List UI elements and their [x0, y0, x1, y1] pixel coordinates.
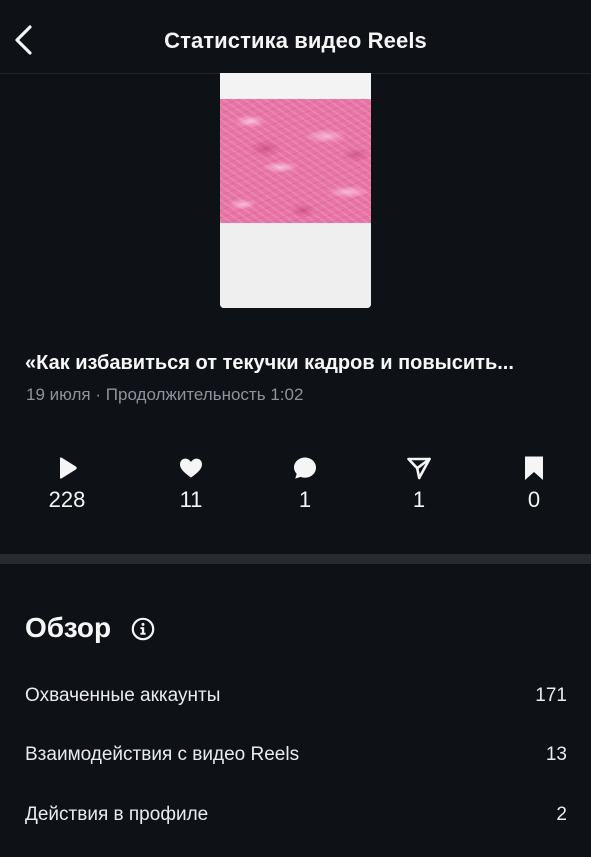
- reel-meta: 19 июля · Продолжительность 1:02: [26, 385, 303, 405]
- stat-plays: 228: [27, 455, 107, 513]
- reel-insights-screen: Статистика видео Reels «Как избавиться о…: [0, 0, 591, 857]
- thumbnail-top-band: [220, 73, 371, 99]
- bookmark-icon: [525, 456, 543, 480]
- play-icon: [60, 457, 77, 479]
- plays-count: 228: [48, 487, 86, 512]
- interactions-label: Взаимодействия с видео Reels: [25, 744, 300, 765]
- reach-value: 171: [535, 685, 567, 706]
- thumbnail-bottom-band: [220, 223, 371, 308]
- header-bar: Статистика видео Reels: [0, 0, 591, 74]
- comments-count: 1: [298, 487, 312, 512]
- section-divider: [0, 554, 591, 564]
- stat-saves: 0: [494, 455, 574, 513]
- overview-row-profile-actions[interactable]: Действия в профиле 2: [25, 804, 567, 834]
- stat-comments: 1: [265, 455, 345, 513]
- interactions-value: 13: [545, 744, 567, 765]
- pink-fur-image: [220, 99, 371, 223]
- overview-row-reach[interactable]: Охваченные аккаунты 171: [25, 685, 567, 715]
- overview-heading: Обзор: [25, 612, 112, 643]
- info-icon[interactable]: [131, 617, 155, 641]
- share-icon: [407, 457, 431, 480]
- likes-count: 11: [179, 487, 203, 512]
- reel-title: «Как избавиться от текучки кадров и повы…: [25, 352, 514, 374]
- profile-actions-value: 2: [556, 804, 567, 825]
- shares-count: 1: [412, 487, 426, 512]
- reel-date: 19 июля: [26, 385, 91, 404]
- duration-label: Продолжительность: [105, 385, 266, 404]
- saves-count: 0: [527, 487, 541, 512]
- duration-value: 1:02: [270, 385, 304, 404]
- heart-icon: [180, 458, 202, 478]
- profile-actions-label: Действия в профиле: [25, 804, 209, 825]
- stat-likes: 11: [151, 455, 231, 513]
- reel-thumbnail[interactable]: [220, 73, 371, 308]
- page-title: Статистика видео Reels: [164, 28, 427, 53]
- reach-label: Охваченные аккаунты: [25, 685, 221, 706]
- overview-row-interactions[interactable]: Взаимодействия с видео Reels 13: [25, 744, 567, 774]
- meta-separator: ·: [95, 385, 102, 404]
- comment-icon: [294, 457, 316, 479]
- stat-shares: 1: [379, 455, 459, 513]
